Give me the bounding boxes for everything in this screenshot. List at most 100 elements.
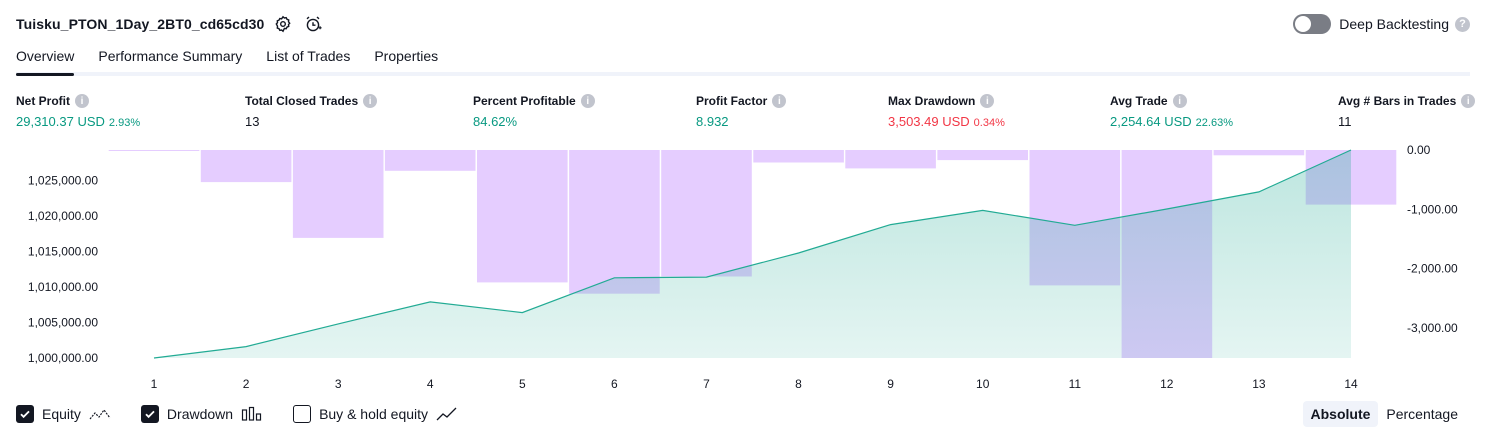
- tab-bar: Overview Performance Summary List of Tra…: [16, 48, 462, 76]
- buy-hold-line-icon: [436, 406, 458, 422]
- info-icon[interactable]: i: [1172, 94, 1187, 108]
- left-axis-tick: 1,020,000.00: [28, 209, 98, 223]
- metric-net-profit: Net Profit i 29,310.37 USD 2.93%: [16, 93, 140, 129]
- metric-value: 29,310.37 USD: [16, 114, 105, 129]
- tab-list-of-trades[interactable]: List of Trades: [266, 48, 350, 74]
- alarm-add-icon[interactable]: [302, 13, 324, 35]
- buy-hold-checkbox[interactable]: [293, 405, 312, 423]
- x-axis-tick: 14: [1344, 377, 1358, 391]
- strategy-title: Tuisku_PTON_1Day_2BT0_cd65cd30: [16, 16, 265, 32]
- drawdown-bar: [661, 150, 752, 277]
- left-axis-tick: 1,005,000.00: [28, 316, 98, 330]
- x-axis-tick: 8: [795, 377, 802, 391]
- chart-legend: Equity Drawdown Buy & hold equity: [16, 403, 488, 425]
- legend-label: Buy & hold equity: [319, 406, 429, 422]
- x-axis-tick: 5: [519, 377, 526, 391]
- left-axis-tick: 1,010,000.00: [28, 280, 98, 294]
- tab-properties[interactable]: Properties: [374, 48, 438, 74]
- metric-label: Net Profit: [16, 94, 70, 108]
- x-axis-tick: 9: [887, 377, 894, 391]
- legend-drawdown[interactable]: Drawdown: [140, 405, 263, 423]
- deep-backtesting-label: Deep Backtesting: [1339, 16, 1449, 32]
- header: Tuisku_PTON_1Day_2BT0_cd65cd30: [16, 12, 324, 36]
- metric-sub-value: 2.93%: [108, 117, 141, 129]
- drawdown-bar: [845, 150, 936, 169]
- help-icon[interactable]: ?: [1455, 16, 1470, 32]
- drawdown-bar: [569, 150, 660, 294]
- absolute-button[interactable]: Absolute: [1302, 401, 1379, 427]
- x-axis-tick: 3: [335, 377, 342, 391]
- tab-performance-summary[interactable]: Performance Summary: [98, 48, 242, 74]
- x-axis-tick: 7: [703, 377, 710, 391]
- settings-icon[interactable]: [272, 13, 294, 35]
- metric-label: Profit Factor: [696, 94, 768, 108]
- equity-checkbox[interactable]: [16, 405, 34, 423]
- x-axis-tick: 12: [1160, 377, 1174, 391]
- left-axis-tick: 1,000,000.00: [28, 351, 98, 365]
- tab-overview[interactable]: Overview: [16, 48, 75, 76]
- left-axis-tick: 1,025,000.00: [28, 174, 98, 188]
- x-axis-tick: 11: [1069, 377, 1082, 391]
- metric-value: 11: [1338, 114, 1352, 129]
- metric-label: Avg Trade: [1110, 94, 1168, 108]
- legend-label: Equity: [42, 406, 81, 422]
- metric-max-drawdown: Max Drawdown i 3,503.49 USD 0.34%: [888, 93, 1005, 129]
- metric-value: 13: [245, 114, 260, 129]
- drawdown-bar: [477, 150, 568, 283]
- right-axis-tick: -3,000.00: [1407, 321, 1458, 335]
- info-icon[interactable]: i: [363, 94, 378, 108]
- metric-label: Max Drawdown: [888, 94, 976, 108]
- x-axis-tick: 1: [151, 377, 158, 391]
- x-axis-tick: 6: [611, 377, 618, 391]
- info-icon[interactable]: i: [772, 94, 787, 108]
- metric-value: 8.932: [696, 114, 729, 129]
- x-axis-tick: 10: [976, 377, 990, 391]
- scale-toggle: Absolute Percentage: [1302, 401, 1467, 427]
- deep-backtesting: Deep Backtesting ?: [1293, 12, 1470, 36]
- metric-avg-trade: Avg Trade i 2,254.64 USD 22.63%: [1110, 93, 1233, 129]
- x-axis-tick: 13: [1252, 377, 1266, 391]
- legend-equity[interactable]: Equity: [16, 405, 111, 423]
- metric-label: Percent Profitable: [473, 94, 576, 108]
- legend-label: Drawdown: [166, 406, 234, 422]
- metric-avg-bars-in-trades: Avg # Bars in Trades i 11: [1338, 93, 1476, 129]
- info-icon[interactable]: i: [1461, 94, 1476, 108]
- x-axis-tick: 4: [427, 377, 434, 391]
- info-icon[interactable]: i: [75, 94, 89, 108]
- right-axis-tick: -1,000.00: [1407, 202, 1458, 216]
- percentage-button[interactable]: Percentage: [1378, 401, 1466, 427]
- info-icon[interactable]: i: [580, 94, 595, 108]
- drawdown-bars-icon: [241, 406, 263, 422]
- equity-drawdown-chart: 1,000,000.00 1,005,000.00 1,010,000.00 1,01…: [28, 143, 1458, 391]
- metric-profit-factor: Profit Factor i 8.932: [696, 93, 787, 129]
- check-icon: [20, 410, 30, 419]
- left-axis-tick: 1,015,000.00: [28, 245, 98, 259]
- metric-value: 2,254.64 USD: [1110, 114, 1192, 129]
- metric-value: 3,503.49 USD: [888, 114, 970, 129]
- metric-value: 84.62%: [473, 114, 518, 129]
- drawdown-bar: [200, 150, 292, 183]
- right-axis-tick: -2,000.00: [1407, 262, 1458, 276]
- metric-label: Avg # Bars in Trades: [1338, 94, 1457, 108]
- right-axis-tick: 0.00: [1407, 143, 1431, 157]
- drawdown-bar: [384, 150, 476, 171]
- right-axis: 0.00 -1,000.00 -2,000.00 -3,000.00: [1407, 143, 1458, 335]
- deep-backtesting-toggle[interactable]: [1293, 14, 1332, 34]
- drawdown-checkbox[interactable]: [140, 405, 159, 423]
- metrics-bar: Net Profit i 29,310.37 USD 2.93% Total Clo…: [0, 93, 1486, 133]
- drawdown-bar: [1213, 150, 1305, 156]
- x-axis-tick: 2: [243, 377, 250, 391]
- metric-percent-profitable: Percent Profitable i 84.62%: [473, 93, 595, 129]
- metric-label: Total Closed Trades: [245, 94, 359, 108]
- drawdown-bar: [753, 150, 844, 163]
- drawdown-bar: [937, 150, 1028, 161]
- drawdown-bar: [108, 150, 200, 151]
- x-axis: 1 2 3 4 5 6 7 8 9 10 11 12 13 14: [151, 377, 1358, 391]
- check-icon: [145, 410, 155, 419]
- info-icon[interactable]: i: [980, 94, 995, 108]
- metric-total-closed-trades: Total Closed Trades i 13: [245, 93, 378, 129]
- legend-buy-hold-equity[interactable]: Buy & hold equity: [293, 405, 458, 423]
- metric-sub-value: 22.63%: [1195, 117, 1233, 129]
- equity-line-icon: [89, 406, 111, 422]
- metric-sub-value: 0.34%: [973, 117, 1005, 129]
